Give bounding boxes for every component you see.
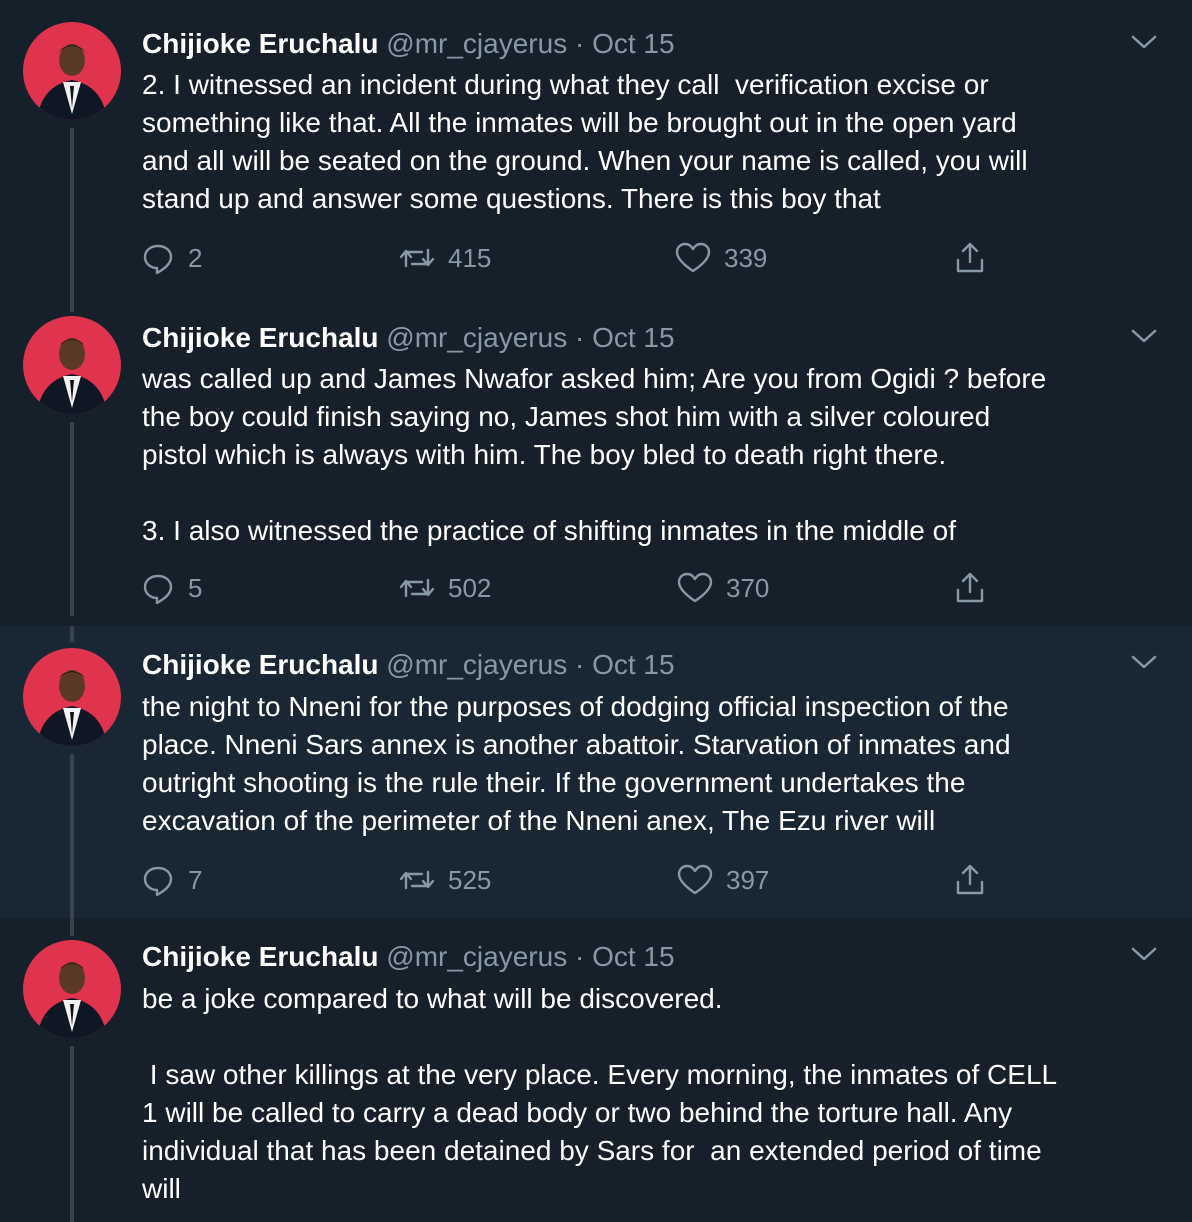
retweet-button[interactable]: 525 <box>398 862 491 898</box>
share-button[interactable] <box>952 570 988 606</box>
retweet-icon <box>399 248 435 268</box>
tweet-thread: Chijioke Eruchalu @mr_cjayerus · Oct 15 … <box>0 0 1192 1222</box>
thread-connector <box>70 1046 74 1222</box>
like-count: 370 <box>726 572 770 603</box>
tweet-3[interactable]: Chijioke Eruchalu @mr_cjayerus · Oct 15 … <box>0 626 1192 918</box>
share-icon <box>956 242 984 273</box>
tweet-header: Chijioke Eruchalu @mr_cjayerus · Oct 15 <box>142 27 675 61</box>
tweet-text: 2. I witnessed an incident during what t… <box>142 69 1028 214</box>
tweet-header: Chijioke Eruchalu @mr_cjayerus · Oct 15 <box>142 940 675 974</box>
author-name[interactable]: Chijioke Eruchalu <box>142 28 379 59</box>
author-name[interactable]: Chijioke Eruchalu <box>142 649 379 680</box>
tweet-actions: 7 525 397 <box>140 862 1000 898</box>
tweet-text: was called up and James Nwafor asked him… <box>142 363 1047 546</box>
reply-count: 7 <box>188 864 203 895</box>
thread-connector-top <box>70 294 74 312</box>
reply-button[interactable]: 7 <box>140 862 202 898</box>
thread-connector <box>70 128 74 304</box>
tweet-date[interactable]: Oct 15 <box>592 649 674 680</box>
thread-connector <box>70 754 74 918</box>
reply-icon <box>143 866 173 897</box>
chevron-down-icon[interactable] <box>1126 30 1162 54</box>
tweet-header: Chijioke Eruchalu @mr_cjayerus · Oct 15 <box>142 648 675 682</box>
separator: · <box>574 649 585 680</box>
chevron-down-icon[interactable] <box>1126 942 1162 966</box>
chevron-down-icon[interactable] <box>1126 324 1162 348</box>
author-name[interactable]: Chijioke Eruchalu <box>142 322 379 353</box>
tweet-date[interactable]: Oct 15 <box>592 322 674 353</box>
tweet-text: the night to Nneni for the purposes of d… <box>142 691 1011 836</box>
like-count: 397 <box>726 864 770 895</box>
share-button[interactable] <box>952 862 988 898</box>
like-button[interactable]: 370 <box>676 570 769 606</box>
avatar[interactable] <box>23 648 121 746</box>
retweet-icon <box>399 870 435 890</box>
reply-icon <box>143 244 173 275</box>
separator: · <box>574 941 585 972</box>
heart-icon <box>677 864 713 895</box>
share-icon <box>956 864 984 895</box>
heart-icon <box>677 572 713 603</box>
author-handle[interactable]: @mr_cjayerus <box>386 322 567 353</box>
reply-count: 5 <box>188 572 203 603</box>
retweet-count: 415 <box>448 242 492 273</box>
share-button[interactable] <box>952 240 988 276</box>
retweet-count: 502 <box>448 572 492 603</box>
heart-icon <box>675 242 711 273</box>
retweet-count: 525 <box>448 864 492 895</box>
like-count: 339 <box>724 242 768 273</box>
reply-count: 2 <box>188 242 203 273</box>
like-button[interactable]: 339 <box>674 240 767 276</box>
thread-connector-top <box>70 918 74 936</box>
thread-connector <box>70 422 74 616</box>
author-handle[interactable]: @mr_cjayerus <box>386 28 567 59</box>
avatar[interactable] <box>23 940 121 1038</box>
tweet-4[interactable]: Chijioke Eruchalu @mr_cjayerus · Oct 15 … <box>0 918 1192 1222</box>
tweet-date[interactable]: Oct 15 <box>592 941 674 972</box>
reply-button[interactable]: 2 <box>140 240 202 276</box>
tweet-text: be a joke compared to what will be disco… <box>142 983 1058 1204</box>
separator: · <box>574 322 585 353</box>
separator: · <box>574 28 585 59</box>
reply-button[interactable]: 5 <box>140 570 202 606</box>
tweet-1[interactable]: Chijioke Eruchalu @mr_cjayerus · Oct 15 … <box>0 0 1192 316</box>
tweet-header: Chijioke Eruchalu @mr_cjayerus · Oct 15 <box>142 321 675 355</box>
tweet-actions: 5 502 370 <box>140 570 1000 606</box>
like-button[interactable]: 397 <box>676 862 769 898</box>
tweet-date[interactable]: Oct 15 <box>592 28 674 59</box>
share-icon <box>956 572 984 603</box>
tweet-2[interactable]: Chijioke Eruchalu @mr_cjayerus · Oct 15 … <box>0 294 1192 626</box>
author-handle[interactable]: @mr_cjayerus <box>386 941 567 972</box>
avatar[interactable] <box>23 22 121 120</box>
tweet-actions: 2 415 339 <box>140 240 1000 276</box>
reply-icon <box>143 574 173 605</box>
retweet-button[interactable]: 502 <box>398 570 491 606</box>
retweet-icon <box>399 578 435 598</box>
retweet-button[interactable]: 415 <box>398 240 491 276</box>
thread-connector-top <box>70 626 74 642</box>
chevron-down-icon[interactable] <box>1126 650 1162 674</box>
avatar[interactable] <box>23 316 121 414</box>
author-name[interactable]: Chijioke Eruchalu <box>142 941 379 972</box>
author-handle[interactable]: @mr_cjayerus <box>386 649 567 680</box>
